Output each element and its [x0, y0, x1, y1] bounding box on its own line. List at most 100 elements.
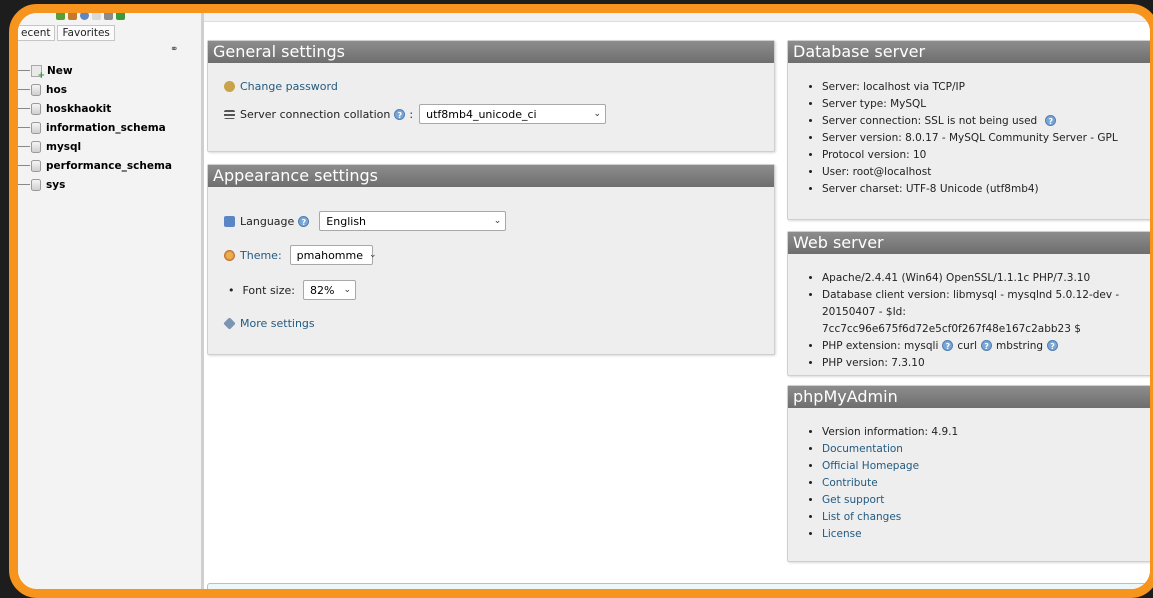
- help-icon[interactable]: [80, 13, 89, 20]
- database-icon: [31, 121, 41, 134]
- tree-item-db[interactable]: performance_schema: [18, 156, 172, 175]
- language-select[interactable]: English ⌄: [319, 211, 507, 231]
- phpmyadmin-link[interactable]: Documentation: [822, 443, 903, 455]
- tree-connector: [18, 165, 30, 166]
- link-with-main-icon[interactable]: ⚭: [170, 44, 178, 55]
- tree-item-label: hoskhaokit: [46, 102, 112, 115]
- database-tree: New hos hoskhaokit information_schemamysql p…: [18, 61, 172, 194]
- language-icon: [224, 215, 235, 227]
- php-ext-curl: curl: [957, 340, 978, 352]
- docs-icon[interactable]: [92, 13, 101, 20]
- theme-select[interactable]: pmahomme ⌄: [289, 245, 377, 265]
- phpmyadmin-info: Version information: 4.9.1 Documentation…: [788, 424, 958, 543]
- phpmyadmin-link[interactable]: Contribute: [822, 477, 878, 489]
- help-icon[interactable]: ?: [394, 108, 406, 120]
- theme-link[interactable]: Theme:: [240, 249, 282, 262]
- database-icon: [31, 159, 41, 172]
- tab-recent[interactable]: ecent: [18, 25, 56, 41]
- web-server-info: Apache/2.4.41 (Win64) OpenSSL/1.1.1c PHP…: [788, 270, 1150, 372]
- database-server-item: Server connection: SSL is not being used…: [822, 113, 1118, 130]
- tree-item-label: New: [47, 64, 73, 77]
- database-client-version: Database client version: libmysql - mysq…: [822, 287, 1150, 338]
- collation-select[interactable]: utf8mb4_unicode_ci ⌄: [419, 104, 607, 124]
- panel-title: General settings: [208, 41, 774, 63]
- font-size-select[interactable]: 82% ⌄: [302, 280, 356, 300]
- settings-icon[interactable]: [104, 13, 113, 20]
- home-icon[interactable]: [56, 13, 65, 20]
- language-value: English: [326, 214, 367, 228]
- tree-item-db[interactable]: hos: [18, 80, 172, 99]
- tree-item-db[interactable]: information_schema: [18, 118, 172, 137]
- tree-item-db[interactable]: sys: [18, 175, 172, 194]
- database-server-item: User: root@localhost: [822, 164, 1118, 181]
- help-icon[interactable]: ?: [1045, 115, 1057, 126]
- font-size-label: Font size:: [242, 283, 295, 297]
- reload-icon[interactable]: [116, 13, 125, 20]
- chevron-down-icon: ⌄: [369, 250, 377, 260]
- database-server-info: Server: localhost via TCP/IP Server type:…: [788, 79, 1118, 198]
- client-line-1: Database client version: libmysql - mysq…: [822, 289, 1120, 301]
- tree-item-label: hos: [46, 83, 67, 96]
- database-server-item: Server charset: UTF-8 Unicode (utf8mb4): [822, 181, 1118, 198]
- web-server-panel: Web server Apache/2.4.41 (Win64) OpenSSL…: [787, 231, 1150, 376]
- phpmyadmin-link-item: License: [822, 526, 958, 543]
- chevron-down-icon: ⌄: [493, 216, 502, 226]
- php-version: PHP version: 7.3.10: [822, 355, 1150, 372]
- tree-connector: [18, 70, 30, 71]
- phpmyadmin-link[interactable]: Get support: [822, 494, 884, 506]
- panel-title: phpMyAdmin: [788, 386, 1150, 408]
- info-text: User: root@localhost: [822, 166, 932, 178]
- info-text: Server connection: SSL is not being used: [822, 115, 1038, 127]
- phpmyadmin-link-item: Contribute: [822, 475, 958, 492]
- colon: :: [409, 107, 414, 121]
- database-server-item: Server type: MySQL: [822, 96, 1118, 113]
- help-icon[interactable]: ?: [1047, 340, 1059, 351]
- apache-version: Apache/2.4.41 (Win64) OpenSSL/1.1.1c PHP…: [822, 270, 1150, 287]
- bullet: •: [228, 283, 235, 297]
- change-password-link[interactable]: Change password: [240, 80, 338, 93]
- tree-item-db[interactable]: mysql: [18, 137, 172, 156]
- app-window: ecent Favorites ⚭ New hos hoskhaokit inform…: [9, 4, 1153, 598]
- database-icon: [31, 178, 41, 191]
- tab-favorites[interactable]: Favorites: [57, 25, 115, 41]
- tree-item-db[interactable]: hoskhaokit: [18, 99, 172, 118]
- phpmyadmin-link-item: List of changes: [822, 509, 958, 526]
- help-icon[interactable]: ?: [942, 340, 954, 351]
- info-text: Protocol version: 10: [822, 149, 927, 161]
- database-server-panel: Database server Server: localhost via TC…: [787, 40, 1150, 220]
- phpmyadmin-link-item: Official Homepage: [822, 458, 958, 475]
- php-ext-mysqli: PHP extension: mysqli: [822, 340, 939, 352]
- tree-item-new[interactable]: New: [18, 61, 172, 81]
- info-text: Server type: MySQL: [822, 98, 927, 110]
- navigation-panel: ecent Favorites ⚭ New hos hoskhaokit inform…: [18, 13, 204, 589]
- info-text: Server charset: UTF-8 Unicode (utf8mb4): [822, 183, 1039, 195]
- more-settings-link[interactable]: More settings: [240, 317, 315, 330]
- database-server-item: Protocol version: 10: [822, 147, 1118, 164]
- general-settings-panel: General settings Change password Server …: [207, 40, 775, 152]
- panel-title: Database server: [788, 41, 1150, 63]
- client-line-2: 20150407 - $Id: 7cc7cc96e675f6d72e5cf0f2…: [822, 306, 1081, 335]
- phpmyadmin-link[interactable]: Official Homepage: [822, 460, 919, 472]
- phpmyadmin-link[interactable]: License: [822, 528, 862, 540]
- logout-icon[interactable]: [68, 13, 77, 20]
- new-database-icon: [31, 64, 45, 81]
- top-tab-bar: [204, 13, 1150, 22]
- collation-label: Server connection collation: [240, 107, 391, 121]
- main-content: General settings Change password Server …: [204, 13, 1150, 589]
- tree-connector: [18, 108, 30, 109]
- chevron-down-icon: ⌄: [593, 109, 602, 119]
- phpmyadmin-link[interactable]: List of changes: [822, 511, 901, 523]
- tree-connector: [18, 146, 30, 147]
- list-icon: [224, 109, 235, 119]
- database-icon: [31, 83, 41, 96]
- nav-tabs: ecent Favorites: [18, 25, 115, 41]
- phpmyadmin-link-item: Documentation: [822, 441, 958, 458]
- info-text: Server: localhost via TCP/IP: [822, 81, 965, 93]
- tree-connector: [18, 127, 30, 128]
- help-icon[interactable]: ?: [298, 215, 310, 227]
- database-icon: [31, 102, 41, 115]
- help-icon[interactable]: ?: [981, 340, 993, 351]
- appearance-settings-panel: Appearance settings Language ? English ⌄…: [207, 164, 775, 355]
- wrench-icon: [223, 317, 236, 330]
- database-icon: [31, 140, 41, 153]
